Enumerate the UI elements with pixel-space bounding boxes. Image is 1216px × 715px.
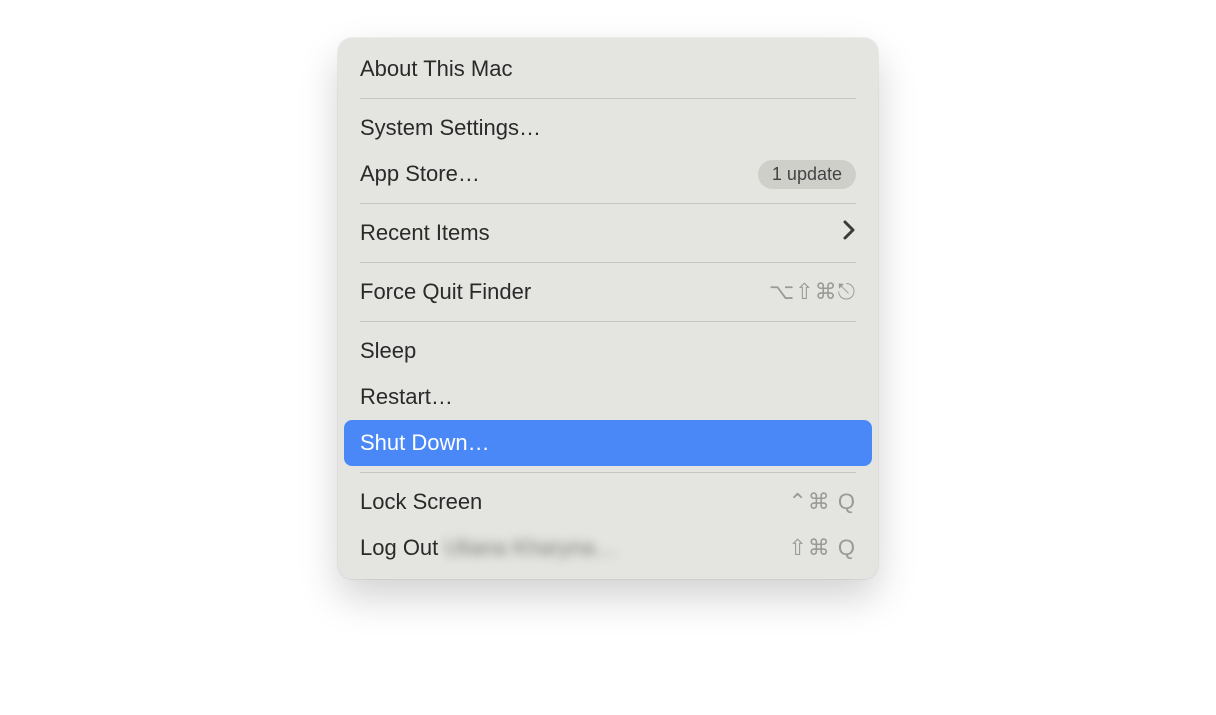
menu-separator: [360, 98, 856, 99]
menu-item-label: Force Quit Finder: [360, 279, 531, 305]
menu-item-about-this-mac[interactable]: About This Mac: [338, 46, 878, 92]
menu-separator: [360, 321, 856, 322]
user-name: Uliana Kharyna…: [444, 535, 616, 561]
keyboard-shortcut: ⌃⌘ Q: [788, 489, 856, 515]
menu-item-app-store[interactable]: App Store… 1 update: [338, 151, 878, 197]
update-badge: 1 update: [758, 160, 856, 189]
keyboard-shortcut: ⌥⇧⌘⎋: [769, 279, 856, 305]
menu-separator: [360, 262, 856, 263]
menu-item-label: Sleep: [360, 338, 416, 364]
menu-item-shut-down[interactable]: Shut Down…: [344, 420, 872, 466]
menu-item-sleep[interactable]: Sleep: [338, 328, 878, 374]
menu-item-lock-screen[interactable]: Lock Screen ⌃⌘ Q: [338, 479, 878, 525]
chevron-right-icon: [843, 219, 856, 247]
menu-item-label: Log Out: [360, 535, 438, 561]
menu-separator: [360, 203, 856, 204]
menu-item-log-out[interactable]: Log Out Uliana Kharyna… ⇧⌘ Q: [338, 525, 878, 571]
menu-item-label: System Settings…: [360, 115, 541, 141]
menu-item-recent-items[interactable]: Recent Items: [338, 210, 878, 256]
apple-menu: About This Mac System Settings… App Stor…: [338, 38, 878, 579]
menu-item-label: Shut Down…: [360, 430, 490, 456]
menu-item-label: App Store…: [360, 161, 480, 187]
menu-item-system-settings[interactable]: System Settings…: [338, 105, 878, 151]
menu-item-label: Restart…: [360, 384, 453, 410]
menu-item-label: Lock Screen: [360, 489, 482, 515]
menu-item-restart[interactable]: Restart…: [338, 374, 878, 420]
menu-item-force-quit[interactable]: Force Quit Finder ⌥⇧⌘⎋: [338, 269, 878, 315]
keyboard-shortcut: ⇧⌘ Q: [788, 535, 856, 561]
menu-item-label: Recent Items: [360, 220, 490, 246]
menu-separator: [360, 472, 856, 473]
menu-item-label: About This Mac: [360, 56, 512, 82]
